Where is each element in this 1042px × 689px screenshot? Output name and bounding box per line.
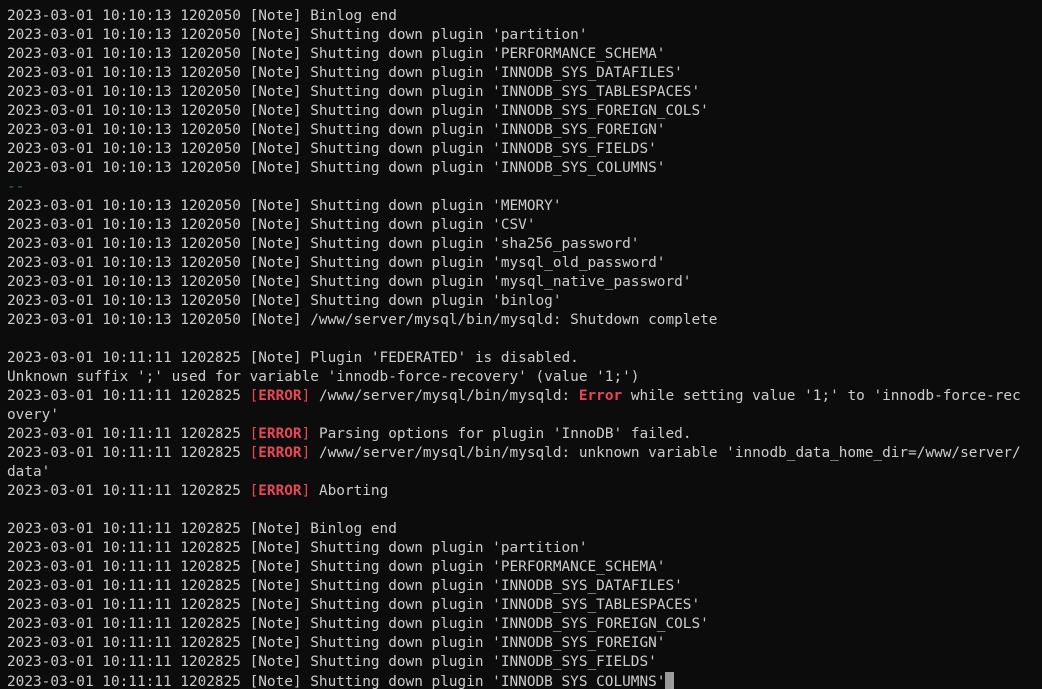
log-text: 2023-03-01 10:11:11 1202825 [Note] Shutt… (7, 635, 666, 651)
log-text: -- (7, 179, 25, 195)
log-text: 2023-03-01 10:10:13 1202050 [Note] /www/… (7, 312, 718, 328)
log-text: 2023-03-01 10:10:13 1202050 [Note] Shutt… (7, 217, 536, 233)
error-bracket: [ (249, 388, 259, 404)
log-text: 2023-03-01 10:11:11 1202825 [Note] Shutt… (7, 597, 701, 613)
log-text: 2023-03-01 10:11:11 1202825 [Note] Shutt… (7, 559, 666, 575)
log-text: 2023-03-01 10:11:11 1202825 [Note] Shutt… (7, 654, 657, 670)
log-line: Unknown suffix ';' used for variable 'in… (7, 368, 1042, 387)
log-text: /www/server/mysql/bin/mysqld: unknown va… (318, 445, 1021, 461)
log-text: 2023-03-01 10:11:11 1202825 [Note] Binlo… (7, 521, 397, 537)
log-line: 2023-03-01 10:10:13 1202050 [Note] Shutt… (7, 159, 1042, 178)
log-text: 2023-03-01 10:10:13 1202050 [Note] Shutt… (7, 160, 666, 176)
log-line: 2023-03-01 10:11:11 1202825 [Note] Shutt… (7, 634, 1042, 653)
log-line: 2023-03-01 10:11:11 1202825 [ERROR] Abor… (7, 482, 1042, 501)
log-line: 2023-03-01 10:11:11 1202825 [Note] Shutt… (7, 615, 1042, 634)
log-space (310, 483, 319, 499)
log-timestamp: 2023-03-01 10:11:11 1202825 (7, 426, 250, 442)
log-line: 2023-03-01 10:10:13 1202050 [Note] Shutt… (7, 273, 1042, 292)
log-text: 2023-03-01 10:10:13 1202050 [Note] Binlo… (7, 8, 397, 24)
log-line: 2023-03-01 10:10:13 1202050 [Note] Shutt… (7, 102, 1042, 121)
log-text: Unknown suffix ';' used for variable 'in… (7, 369, 640, 385)
log-line: 2023-03-01 10:10:13 1202050 [Note] Shutt… (7, 64, 1042, 83)
log-text: 2023-03-01 10:10:13 1202050 [Note] Shutt… (7, 141, 657, 157)
error-bracket: ] (301, 388, 311, 404)
log-line: 2023-03-01 10:10:13 1202050 [Note] Shutt… (7, 292, 1042, 311)
log-line: data' (7, 463, 1042, 482)
log-text: 2023-03-01 10:10:13 1202050 [Note] Shutt… (7, 274, 692, 290)
log-line: 2023-03-01 10:11:11 1202825 [ERROR] Pars… (7, 425, 1042, 444)
log-line: 2023-03-01 10:10:13 1202050 [Note] Shutt… (7, 254, 1042, 273)
log-text: data' (7, 464, 51, 480)
log-text: 2023-03-01 10:10:13 1202050 [Note] Shutt… (7, 122, 666, 138)
log-line: 2023-03-01 10:11:11 1202825 [ERROR] /www… (7, 387, 1042, 406)
log-text: overy' (7, 407, 59, 423)
log-text: 2023-03-01 10:11:11 1202825 [Note] Plugi… (7, 350, 579, 366)
log-line: 2023-03-01 10:11:11 1202825 [Note] Binlo… (7, 520, 1042, 539)
error-tag: ERROR (258, 388, 302, 404)
error-tag: ERROR (258, 445, 302, 461)
text-cursor (665, 672, 675, 689)
log-text: 2023-03-01 10:10:13 1202050 [Note] Shutt… (7, 27, 588, 43)
log-line: 2023-03-01 10:10:13 1202050 [Note] Shutt… (7, 216, 1042, 235)
log-line: 2023-03-01 10:10:13 1202050 [Note] Shutt… (7, 121, 1042, 140)
log-line: 2023-03-01 10:10:13 1202050 [Note] Binlo… (7, 7, 1042, 26)
log-line: 2023-03-01 10:11:11 1202825 [Note] Shutt… (7, 577, 1042, 596)
error-word: Error (578, 388, 623, 404)
log-line: 2023-03-01 10:11:11 1202825 [Note] Shutt… (7, 653, 1042, 672)
log-line: 2023-03-01 10:10:13 1202050 [Note] Shutt… (7, 83, 1042, 102)
error-bracket: [ (249, 483, 259, 499)
log-line: 2023-03-01 10:11:11 1202825 [Note] Plugi… (7, 349, 1042, 368)
log-text: 2023-03-01 10:10:13 1202050 [Note] Shutt… (7, 236, 640, 252)
log-text: 2023-03-01 10:11:11 1202825 [Note] Shutt… (7, 674, 666, 689)
log-timestamp: 2023-03-01 10:11:11 1202825 (7, 388, 250, 404)
log-line: 2023-03-01 10:11:11 1202825 [Note] Shutt… (7, 539, 1042, 558)
log-space (310, 426, 319, 442)
log-text: 2023-03-01 10:10:13 1202050 [Note] Shutt… (7, 103, 709, 119)
log-text: 2023-03-01 10:10:13 1202050 [Note] Shutt… (7, 293, 562, 309)
log-text: 2023-03-01 10:10:13 1202050 [Note] Shutt… (7, 255, 666, 271)
log-space (310, 388, 319, 404)
log-timestamp: 2023-03-01 10:11:11 1202825 (7, 483, 250, 499)
error-tag: ERROR (258, 483, 302, 499)
log-line: 2023-03-01 10:10:13 1202050 [Note] Shutt… (7, 197, 1042, 216)
log-separator: -- (7, 178, 1042, 197)
error-tag: ERROR (258, 426, 302, 442)
log-text: while setting value '1;' to 'innodb-forc… (622, 388, 1021, 404)
error-bracket: [ (249, 426, 259, 442)
log-text: Aborting (318, 483, 389, 499)
log-text: 2023-03-01 10:10:13 1202050 [Note] Shutt… (7, 65, 683, 81)
log-line: 2023-03-01 10:11:11 1202825 [ERROR] /www… (7, 444, 1042, 463)
log-line: 2023-03-01 10:11:11 1202825 [Note] Shutt… (7, 596, 1042, 615)
error-bracket: ] (301, 445, 311, 461)
log-text: /www/server/mysql/bin/mysqld: (318, 388, 579, 404)
log-line: 2023-03-01 10:10:13 1202050 [Note] Shutt… (7, 235, 1042, 254)
log-line: 2023-03-01 10:10:13 1202050 [Note] Shutt… (7, 26, 1042, 45)
terminal-output[interactable]: 2023-03-01 10:10:13 1202050 [Note] Binlo… (0, 0, 1042, 689)
log-text: 2023-03-01 10:11:11 1202825 [Note] Shutt… (7, 578, 683, 594)
log-line: 2023-03-01 10:11:11 1202825 [Note] Shutt… (7, 672, 1042, 689)
log-line: 2023-03-01 10:10:13 1202050 [Note] Shutt… (7, 140, 1042, 159)
log-line: 2023-03-01 10:11:11 1202825 [Note] Shutt… (7, 558, 1042, 577)
error-bracket: ] (301, 483, 311, 499)
log-line: 2023-03-01 10:10:13 1202050 [Note] Shutt… (7, 45, 1042, 64)
log-text: 2023-03-01 10:10:13 1202050 [Note] Shutt… (7, 84, 701, 100)
log-line: 2023-03-01 10:10:13 1202050 [Note] /www/… (7, 311, 1042, 330)
log-line: overy' (7, 406, 1042, 425)
log-text: 2023-03-01 10:11:11 1202825 [Note] Shutt… (7, 616, 709, 632)
error-bracket: [ (249, 445, 259, 461)
log-space (310, 445, 319, 461)
log-text: Parsing options for plugin 'InnoDB' fail… (318, 426, 692, 442)
log-text: 2023-03-01 10:11:11 1202825 [Note] Shutt… (7, 540, 588, 556)
error-bracket: ] (301, 426, 311, 442)
log-text: 2023-03-01 10:10:13 1202050 [Note] Shutt… (7, 198, 562, 214)
log-text: 2023-03-01 10:10:13 1202050 [Note] Shutt… (7, 46, 666, 62)
log-timestamp: 2023-03-01 10:11:11 1202825 (7, 445, 250, 461)
